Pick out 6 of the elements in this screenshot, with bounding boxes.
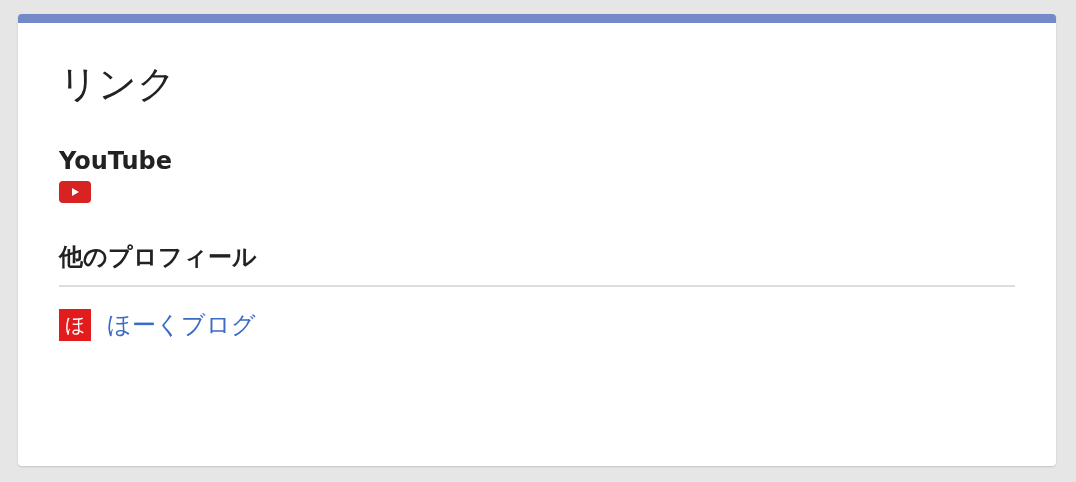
section-heading: YouTube (59, 146, 174, 177)
card-title: リンク (59, 61, 177, 108)
section-heading: 他のプロフィール (59, 242, 258, 273)
video-play-icon[interactable] (59, 181, 91, 203)
blog-favicon-icon: ほ (59, 309, 91, 341)
profile-link[interactable]: ほーくブログ (107, 309, 256, 341)
